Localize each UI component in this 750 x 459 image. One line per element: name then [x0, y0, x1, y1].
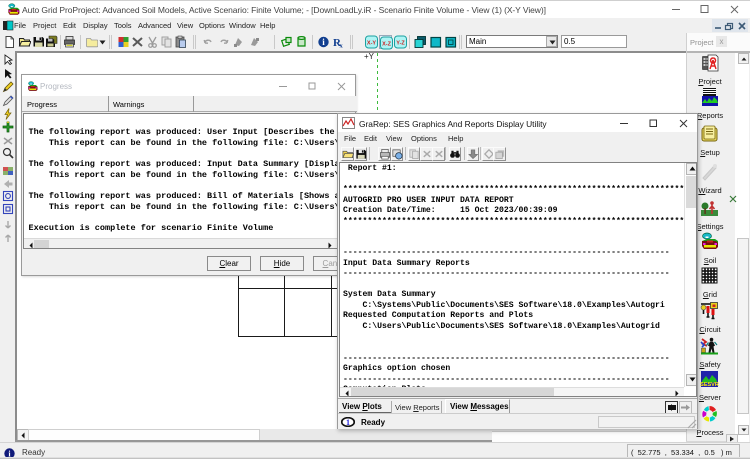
svg-text:Y-Z: Y-Z — [396, 41, 405, 47]
svg-text:1: 1 — [346, 418, 350, 427]
svg-text:SESVR: SESVR — [700, 382, 719, 388]
svg-text:x: x — [340, 43, 344, 50]
svg-text:X-Z: X-Z — [382, 42, 392, 48]
svg-text:X-Y: X-Y — [366, 41, 376, 47]
